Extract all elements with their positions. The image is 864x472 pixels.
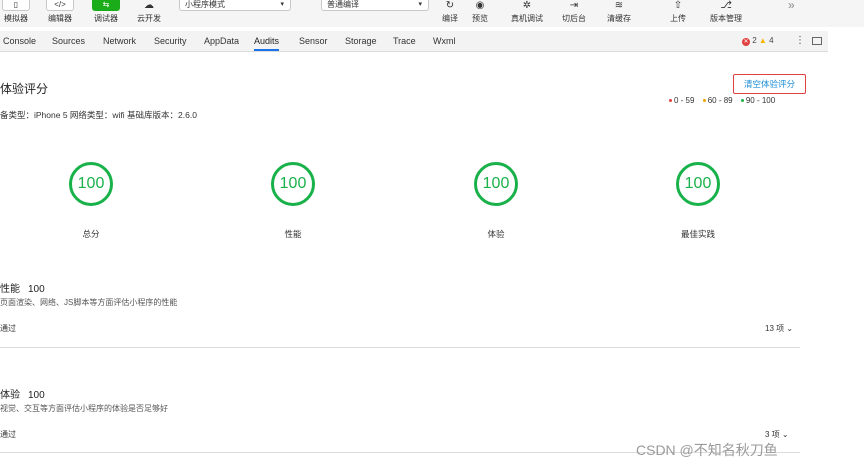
section-pass-label: 通过 [0,324,16,333]
debugger-button[interactable]: ⇆ 调试器 [86,0,126,27]
remote-debug-button[interactable]: ✲ 真机调试 [507,0,547,27]
background-button[interactable]: ⇥ 切后台 [554,0,594,27]
legend-dot-icon [669,99,672,102]
tab-wxml[interactable]: Wxml [433,31,456,51]
legend-item-mid: 60 - 89 [702,96,733,105]
tab-audits[interactable]: Audits [254,31,280,51]
compile-select[interactable]: 普通编译 ▾ [321,0,429,11]
upload-button[interactable]: ⇧ 上传 [658,0,698,27]
section-count-toggle[interactable]: 3 项 ⌄ [765,429,789,440]
switch-background-icon: ⇥ [569,0,579,11]
layers-icon: ≋ [614,0,624,11]
legend-label: 90 - 100 [745,96,776,105]
legend-item-high: 90 - 100 [740,96,776,105]
error-icon: ✕ [742,38,750,46]
section-pass-label: 通过 [0,430,16,439]
tab-security[interactable]: Security [154,31,187,51]
mode-select[interactable]: 小程序模式 ▾ [179,0,291,11]
clear-score-button[interactable]: 清空体验评分 [733,74,806,94]
section-count-toggle[interactable]: 13 项 ⌄ [765,323,793,334]
branch-icon: ⎇ [720,0,732,11]
section-title: 体验 [0,390,20,401]
preview-button[interactable]: ◉ 预览 [460,0,500,27]
score-gauge-performance: 100 [271,162,315,206]
section-title-experience: 体验 100 [0,386,45,401]
score-gauge-experience: 100 [474,162,518,206]
section-desc-performance: 页面渲染、网络、JS脚本等方面评估小程序的性能 [0,298,178,307]
remote-debug-label: 真机调试 [511,14,543,23]
section-score: 100 [28,284,45,295]
upload-label: 上传 [670,14,686,23]
tab-trace[interactable]: Trace [393,31,416,51]
tab-storage[interactable]: Storage [345,31,377,51]
section-title-performance: 性能 100 [0,280,45,295]
clear-cache-label: 清缓存 [607,14,631,23]
tab-sources[interactable]: Sources [52,31,85,51]
warning-icon: ▲ [758,36,767,45]
score-gauge-best-practice: 100 [676,162,720,206]
report-title: 体验评分 [0,82,49,96]
editor-label: 编辑器 [48,14,72,23]
devtools-tabbar: Console Sources Network Security AppData… [0,31,828,52]
clear-cache-button[interactable]: ≋ 清缓存 [599,0,639,27]
score-label-total: 总分 [82,229,100,239]
legend-dot-icon [740,99,744,102]
debugger-label: 调试器 [94,14,118,23]
score-gauge-total: 100 [69,162,113,206]
simulator-label: 模拟器 [4,14,28,23]
tab-appdata[interactable]: AppData [204,31,239,51]
chevron-down-icon: ▾ [280,1,284,8]
phone-icon: ▯ [2,0,30,11]
simulator-button[interactable]: ▯ 模拟器 [0,0,36,27]
debug-icon: ⇆ [92,0,120,11]
code-icon: </> [46,0,74,11]
kebab-menu-icon[interactable]: ⋮ [795,31,805,51]
score-legend: 0 - 59 60 - 89 90 - 100 [669,96,781,105]
ide-toolbar: ▯ 模拟器 </> 编辑器 ⇆ 调试器 ☁ 云开发 小程序模式 ▾ 普通编译 ▾… [0,0,864,27]
background-label: 切后台 [562,14,586,23]
error-count: 2 [752,36,757,45]
warning-count: 4 [769,36,774,45]
eye-icon: ◉ [475,0,485,11]
legend-label: 60 - 89 [707,96,733,105]
section-desc-experience: 视觉、交互等方面评估小程序的体验是否足够好 [0,404,168,413]
score-label-best-practice: 最佳实践 [680,229,715,239]
tab-sensor[interactable]: Sensor [299,31,328,51]
score-label-experience: 体验 [487,229,505,239]
watermark-text: CSDN @不知名秋刀鱼 [636,442,778,458]
console-status[interactable]: ✕ 2 ▲ 4 [742,31,774,51]
version-button[interactable]: ⎇ 版本管理 [706,0,746,27]
tab-network[interactable]: Network [103,31,136,51]
bug-icon: ✲ [522,0,532,11]
compile-select-value: 普通编译 [327,0,359,9]
device-info: 备类型：iPhone 5 网络类型：wifi 基础库版本：2.6.0 [0,110,197,120]
cloud-icon: ☁ [144,0,154,11]
legend-item-low: 0 - 59 [669,96,694,105]
upload-icon: ⇧ [673,0,683,11]
mode-select-value: 小程序模式 [185,0,225,9]
legend-label: 0 - 59 [674,96,695,105]
preview-label: 预览 [472,14,488,23]
dock-side-icon[interactable] [812,37,822,45]
chevron-down-icon: ▾ [418,1,422,8]
section-title: 性能 [0,284,20,295]
score-label-performance: 性能 [284,229,302,239]
cloud-button[interactable]: ☁ 云开发 [129,0,169,27]
cloud-label: 云开发 [137,14,161,23]
editor-button[interactable]: </> 编辑器 [40,0,80,27]
section-score: 100 [28,390,45,401]
section-divider [0,347,800,348]
legend-dot-icon [702,99,706,102]
more-chevron-icon[interactable]: » [788,0,795,12]
version-label: 版本管理 [710,14,742,23]
tab-console[interactable]: Console [3,31,36,51]
